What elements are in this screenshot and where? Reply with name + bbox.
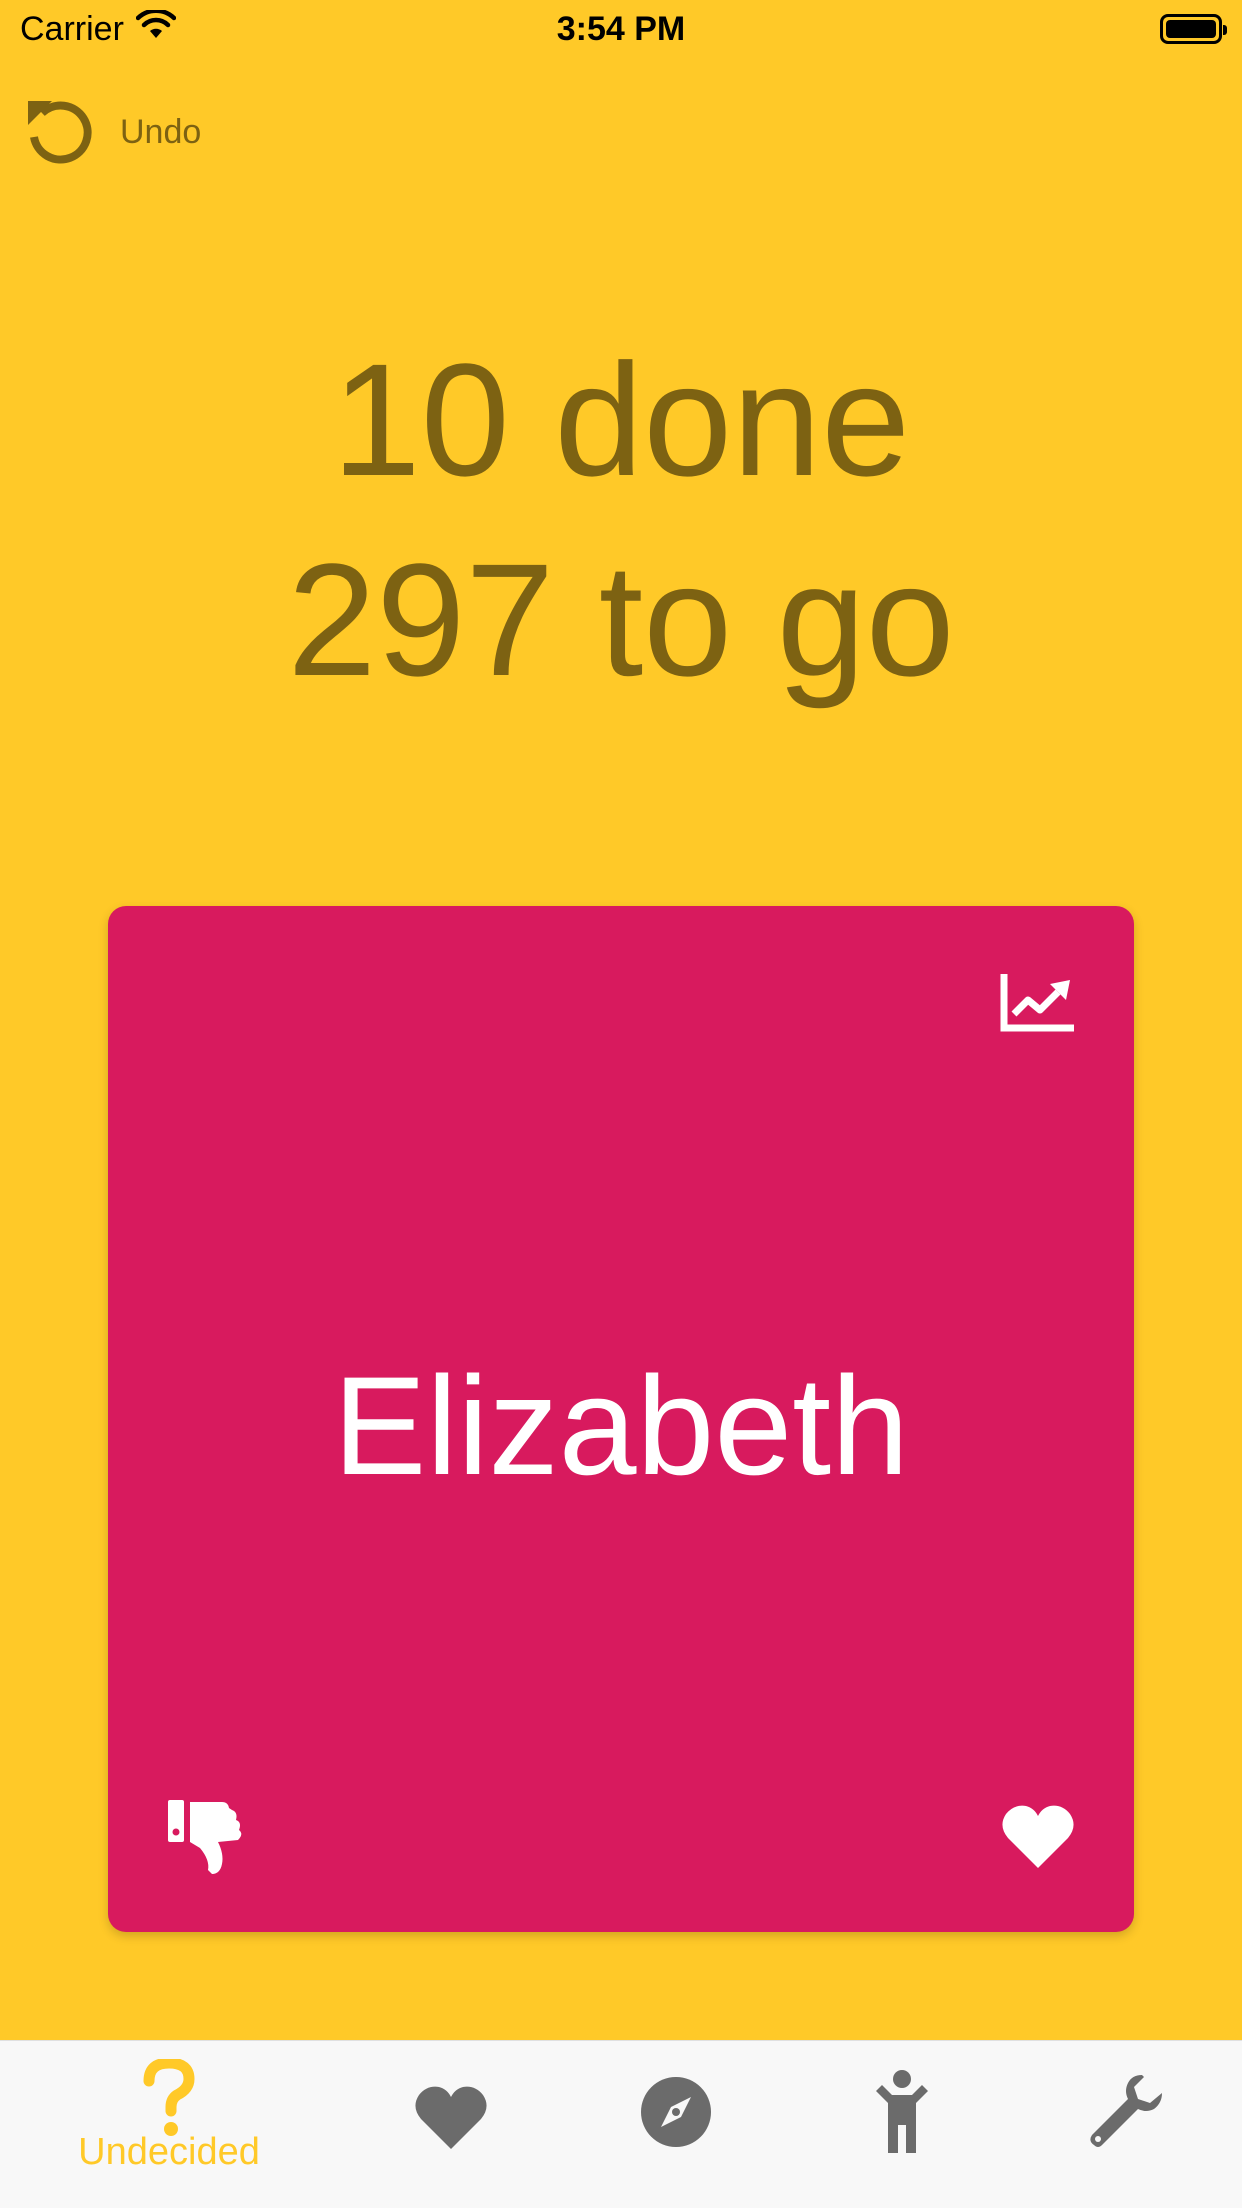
tab-person[interactable] <box>778 2069 1026 2155</box>
thumbs-down-icon[interactable] <box>166 1798 246 1876</box>
undo-icon <box>22 95 96 169</box>
card-name: Elizabeth <box>333 1347 909 1504</box>
tab-explore[interactable] <box>552 2075 800 2149</box>
tab-favorites[interactable] <box>327 2083 575 2151</box>
tab-settings[interactable] <box>1002 2071 1242 2151</box>
undo-label: Undo <box>120 112 202 151</box>
status-time: 3:54 PM <box>556 10 686 48</box>
done-count: 10 done <box>331 330 911 509</box>
heart-icon[interactable] <box>1000 1802 1076 1870</box>
tab-undecided-label: Undecided <box>78 2131 260 2173</box>
heart-icon <box>327 2083 575 2151</box>
tab-bar: Undecided <box>0 2040 1242 2208</box>
wrench-icon <box>1002 2071 1242 2151</box>
progress-summary: 10 done 297 to go <box>0 320 1242 720</box>
person-icon <box>778 2069 1026 2155</box>
tab-undecided[interactable]: Undecided <box>45 2059 293 2174</box>
name-card[interactable]: Elizabeth <box>108 906 1134 1932</box>
undo-button[interactable]: Undo <box>22 95 201 169</box>
chart-icon[interactable] <box>1000 972 1076 1034</box>
to-go-count: 297 to go <box>287 530 955 709</box>
question-icon <box>45 2059 293 2137</box>
battery-icon <box>1160 14 1227 44</box>
status-bar: Carrier 3:54 PM <box>0 0 1242 60</box>
compass-icon <box>552 2075 800 2149</box>
